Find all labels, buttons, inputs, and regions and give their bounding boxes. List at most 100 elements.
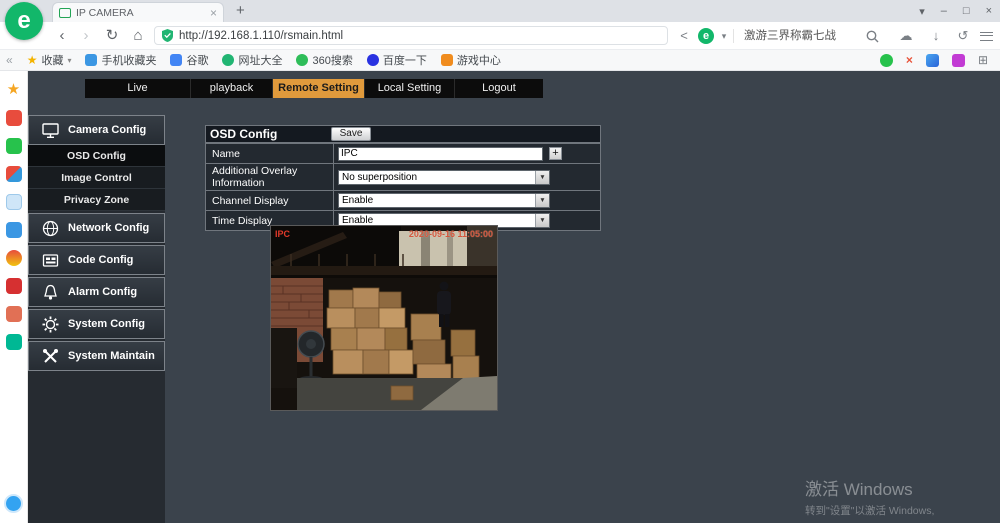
- home-icon[interactable]: ⌂: [128, 22, 148, 50]
- browser-tab-bar: IP CAMERA × + ▾ – □ ×: [0, 0, 1000, 22]
- select-value: No superposition: [342, 171, 418, 183]
- panel-header: OSD Config Save: [205, 125, 601, 143]
- download-icon[interactable]: ↓: [928, 22, 944, 50]
- side-app-icon-3[interactable]: [5, 166, 22, 182]
- tab-playback[interactable]: playback: [191, 79, 273, 98]
- panel-title: OSD Config: [210, 127, 278, 141]
- cloud-sync-icon[interactable]: ☁: [898, 22, 914, 50]
- bookmarks-bar: « ★ 收藏 ▾ 手机收藏夹 谷歌 网址大全 360搜索 百度一下 游戏中心 ×…: [0, 50, 1000, 71]
- osd-channel-name: IPC: [275, 229, 291, 239]
- favorites-star-icon[interactable]: ★: [7, 82, 20, 98]
- warehouse-scene-image: [271, 226, 497, 410]
- sidebar-item-privacy-zone[interactable]: Privacy Zone: [28, 189, 165, 211]
- channel-display-select[interactable]: Enable ▼: [338, 193, 550, 208]
- sidebar-group-network-config[interactable]: Network Config: [28, 213, 165, 243]
- name-input[interactable]: [338, 146, 543, 161]
- row-label: Additional Overlay Information: [205, 163, 334, 191]
- bookmark-label: 收藏: [41, 55, 64, 67]
- star-icon: ★: [26, 53, 38, 67]
- bookmark-label: 游戏中心: [456, 55, 501, 67]
- sidebar-group-system-maintain[interactable]: System Maintain: [28, 341, 165, 371]
- browser-side-strip: ★: [0, 71, 28, 523]
- sidebar-group-system-config[interactable]: System Config: [28, 309, 165, 339]
- side-app-icon-6[interactable]: [5, 250, 22, 266]
- url-box[interactable]: http://192.168.1.110/rsmain.html: [154, 26, 668, 45]
- tab-close-icon[interactable]: ×: [210, 6, 217, 20]
- tab-local-setting[interactable]: Local Setting: [365, 79, 455, 98]
- side-app-icon-8[interactable]: [5, 306, 22, 322]
- sidebar-group-label: Code Config: [68, 254, 134, 266]
- bookmark-icon: [440, 54, 453, 66]
- tools-icon: [43, 348, 58, 363]
- bookmark-icon: [85, 54, 98, 66]
- browser-e-icon[interactable]: e: [698, 28, 714, 44]
- sidebar-group-alarm-config[interactable]: Alarm Config: [28, 277, 165, 307]
- menu-icon[interactable]: [980, 32, 993, 41]
- collapse-left-icon[interactable]: «: [6, 53, 13, 67]
- close-window-icon[interactable]: ×: [986, 5, 992, 17]
- sidebar-group-label: System Maintain: [68, 350, 155, 362]
- toolbar-extensions: × ⊞: [879, 53, 988, 67]
- browser-tab[interactable]: IP CAMERA ×: [52, 2, 224, 22]
- overlay-info-select[interactable]: No superposition ▼: [338, 169, 550, 185]
- bookmark-favorites[interactable]: ★ 收藏 ▾: [27, 52, 72, 68]
- sidebar-group-label: Camera Config: [68, 124, 147, 136]
- watermark-line1: 激活 Windows: [805, 480, 913, 499]
- extension-icon-4[interactable]: [951, 53, 965, 67]
- side-app-icon-1[interactable]: [5, 110, 22, 126]
- gear-icon: [42, 316, 59, 332]
- side-app-icon-5[interactable]: [5, 222, 22, 238]
- history-icon[interactable]: ↺: [955, 22, 971, 50]
- caret-down-icon[interactable]: ▾: [718, 22, 730, 50]
- refresh-icon[interactable]: ↻: [102, 22, 122, 50]
- sidebar-item-image-control[interactable]: Image Control: [28, 167, 165, 189]
- bookmark-mobile-favorites[interactable]: 手机收藏夹: [85, 52, 156, 68]
- save-button[interactable]: Save: [331, 127, 371, 141]
- browser-logo-icon[interactable]: e: [5, 2, 43, 40]
- bookmark-google[interactable]: 谷歌: [170, 52, 208, 68]
- side-app-icon-2[interactable]: [5, 138, 22, 154]
- table-row: Channel Display Enable ▼: [205, 190, 601, 211]
- bookmark-label: 百度一下: [382, 55, 427, 67]
- skin-icon[interactable]: ▾: [919, 5, 925, 18]
- minimize-icon[interactable]: –: [941, 5, 947, 17]
- search-hotword[interactable]: 激游三界称霸七战: [744, 22, 836, 50]
- monitor-icon: [42, 122, 59, 138]
- side-app-icon-4[interactable]: [5, 194, 22, 210]
- sidebar-item-osd-config[interactable]: OSD Config: [28, 145, 165, 167]
- tab-logout[interactable]: Logout: [455, 79, 543, 98]
- camera-preview[interactable]: IPC 2020-09-16 11:05:00: [270, 225, 498, 411]
- share-icon[interactable]: <: [676, 22, 692, 50]
- bookmark-label: 360搜索: [312, 55, 353, 67]
- extension-icon-1[interactable]: [879, 53, 893, 67]
- extension-icon-2[interactable]: ×: [906, 53, 913, 67]
- tab-remote-setting[interactable]: Remote Setting: [273, 79, 365, 98]
- search-icon[interactable]: [866, 30, 879, 43]
- sidebar-group-code-config[interactable]: Code Config: [28, 245, 165, 275]
- side-app-icon-9[interactable]: [5, 334, 22, 350]
- bookmark-game-center[interactable]: 游戏中心: [440, 52, 501, 68]
- maximize-icon[interactable]: □: [963, 5, 970, 17]
- sidebar-group-label: Network Config: [68, 222, 150, 234]
- bookmark-baidu[interactable]: 百度一下: [366, 52, 427, 68]
- tab-live[interactable]: Live: [85, 79, 191, 98]
- globe-icon: [42, 220, 59, 236]
- new-tab-button[interactable]: +: [236, 0, 245, 22]
- alarm-bell-icon: [44, 284, 57, 300]
- add-button[interactable]: +: [548, 147, 562, 160]
- assistant-bubble-icon[interactable]: [4, 494, 23, 513]
- forward-icon[interactable]: ›: [76, 22, 96, 50]
- bookmark-360-search[interactable]: 360搜索: [296, 52, 353, 68]
- activate-windows-watermark: 激活 Windows 转到"设置"以激活 Windows,: [805, 475, 934, 518]
- apps-grid-icon[interactable]: ⊞: [978, 53, 988, 67]
- bookmark-site-directory[interactable]: 网址大全: [222, 52, 282, 68]
- sidebar-group-camera-config[interactable]: Camera Config: [28, 115, 165, 145]
- back-icon[interactable]: ‹: [52, 22, 72, 50]
- side-app-icon-7[interactable]: [5, 278, 22, 294]
- osd-timestamp: 2020-09-16 11:05:00: [408, 229, 493, 239]
- divider: [733, 29, 734, 43]
- osd-config-panel: OSD Config Save Name + Additional Overla…: [205, 125, 601, 231]
- sidebar-group-label: Alarm Config: [68, 286, 138, 298]
- window-controls: ▾ – □ ×: [919, 0, 992, 22]
- extension-icon-3[interactable]: [925, 53, 939, 67]
